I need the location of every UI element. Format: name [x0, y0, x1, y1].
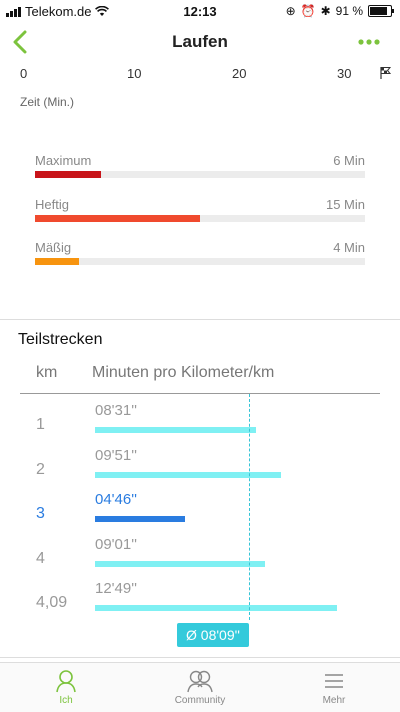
split-row[interactable]: 3 04'46'' [0, 491, 400, 535]
tab-label: Mehr [322, 695, 346, 706]
tab-community[interactable]: Community [150, 669, 250, 706]
intensity-value: 15 Min [325, 197, 365, 212]
split-row[interactable]: 4,09 12'49'' [0, 580, 400, 624]
tab-label: Community [174, 695, 226, 706]
split-km: 4,09 [36, 594, 68, 611]
intensity-label: Mäßig [35, 240, 72, 255]
battery-percent: 91 % [335, 4, 363, 18]
split-bar [95, 605, 337, 611]
intensity-bar [35, 258, 79, 265]
intensity-label: Heftig [35, 197, 69, 212]
menu-icon [325, 674, 343, 688]
splits-title: Teilstrecken [18, 331, 103, 348]
finish-flag-icon [380, 67, 392, 79]
community-icon [187, 670, 213, 693]
tab-ich[interactable]: Ich [16, 669, 116, 706]
split-bar [95, 516, 185, 522]
person-icon [56, 670, 76, 693]
intensity-value: 6 Min [333, 153, 365, 168]
split-bar [95, 472, 281, 478]
split-km: 4 [36, 550, 45, 567]
split-row[interactable]: 4 09'01'' [0, 536, 400, 580]
navigation-bar: Laufen [0, 22, 400, 62]
intensity-label: Maximum [35, 153, 92, 168]
intensity-bar [35, 215, 200, 222]
split-km: 2 [36, 461, 45, 478]
column-header-minutes: Minuten pro Kilometer/km [92, 364, 275, 381]
split-bar [95, 427, 256, 433]
axis-tick: 20 [232, 66, 247, 81]
alarm-icon: ⏰ [300, 4, 316, 18]
time-axis-label: Zeit (Min.) [20, 95, 74, 109]
tab-label: Ich [59, 695, 73, 706]
intensity-track [35, 258, 365, 265]
split-km: 1 [36, 416, 45, 433]
bluetooth-icon: ✱ [320, 4, 331, 18]
split-bar [95, 561, 265, 567]
intensity-value: 4 Min [333, 240, 365, 255]
section-divider [0, 319, 400, 320]
header-divider [20, 393, 380, 394]
split-pace: 09'01'' [95, 536, 137, 553]
axis-tick: 10 [127, 66, 142, 81]
split-pace: 08'31'' [95, 402, 137, 419]
average-pace-line [249, 394, 250, 620]
tab-mehr[interactable]: Mehr [284, 669, 384, 706]
status-icons: ⊕ ⏰ ✱ 91 % [285, 4, 394, 18]
axis-tick: 0 [20, 66, 28, 81]
intensity-bar [35, 171, 101, 178]
section-divider [0, 657, 400, 658]
split-pace: 04'46'' [95, 491, 137, 508]
time-axis: 0 10 20 30 [0, 66, 400, 84]
split-km: 3 [36, 505, 45, 522]
split-row[interactable]: 2 09'51'' [0, 447, 400, 491]
battery-icon [368, 5, 394, 17]
axis-tick: 30 [337, 66, 352, 81]
intensity-track [35, 215, 365, 222]
tab-bar: Ich Community Mehr [0, 662, 400, 712]
status-bar: Telekom.de 12:13 ⊕ ⏰ ✱ 91 % [0, 0, 400, 22]
intensity-track [35, 171, 365, 178]
split-pace: 09'51'' [95, 447, 137, 464]
split-pace: 12'49'' [95, 580, 137, 597]
split-row[interactable]: 1 08'31'' [0, 402, 400, 446]
average-pace-badge: Ø 08'09'' [177, 623, 249, 647]
page-title: Laufen [172, 32, 228, 51]
more-options-icon[interactable] [358, 39, 380, 45]
orientation-lock-icon: ⊕ [285, 4, 296, 18]
column-header-km: km [36, 364, 58, 381]
